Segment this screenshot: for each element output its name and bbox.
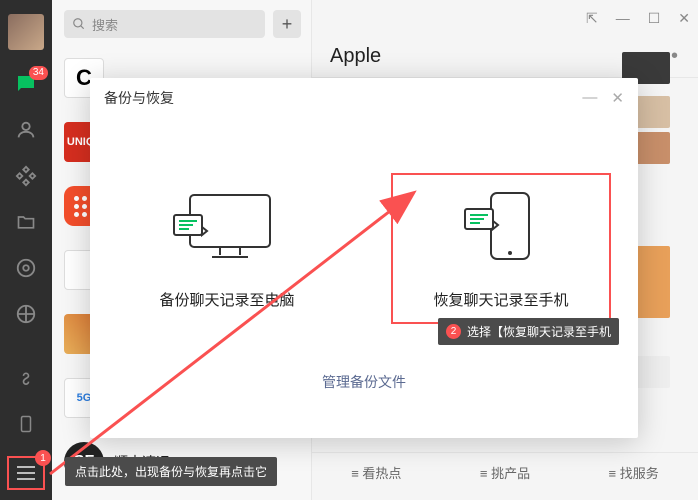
backup-restore-dialog: 备份与恢复 — ✕ 备份聊天记录至电脑 恢复聊天记录至: [90, 78, 638, 438]
files-icon[interactable]: [14, 210, 38, 234]
search-placeholder: 搜索: [92, 15, 118, 34]
window-controls: ⇱ — ☐ ✕: [312, 0, 698, 36]
dialog-title: 备份与恢复: [104, 88, 174, 108]
restore-to-phone-option[interactable]: 恢复聊天记录至手机: [391, 173, 611, 324]
dialog-minimize-icon[interactable]: —: [582, 89, 597, 107]
moments-icon[interactable]: [14, 256, 38, 280]
phone-restore-icon: [461, 187, 541, 267]
step-1-tooltip: 点击此处，出现备份与恢复再点击它: [65, 457, 277, 486]
manage-backups-link[interactable]: 管理备份文件: [322, 374, 406, 390]
app-sidebar: 34 1: [0, 0, 52, 500]
restore-label: 恢复聊天记录至手机: [433, 289, 568, 310]
article-tabs: ≡ 看热点 ≡ 挑产品 ≡ 找服务: [312, 452, 698, 492]
search-input[interactable]: 搜索: [64, 10, 265, 38]
maximize-icon[interactable]: ☐: [648, 10, 661, 27]
backup-label: 备份聊天记录至电脑: [159, 289, 294, 310]
unread-badge: 34: [29, 66, 48, 80]
step-1-badge: 1: [35, 450, 51, 466]
user-avatar[interactable]: [8, 14, 44, 50]
contacts-icon[interactable]: [14, 118, 38, 142]
monitor-icon: [172, 187, 282, 267]
step-2-tooltip: 2 选择【恢复聊天记录至手机: [438, 318, 619, 345]
backup-to-pc-option[interactable]: 备份聊天记录至电脑: [117, 187, 337, 310]
collect-icon[interactable]: [14, 164, 38, 188]
step-2-badge: 2: [446, 324, 461, 339]
dialog-close-icon[interactable]: ✕: [611, 89, 624, 107]
chats-icon[interactable]: 34: [14, 72, 38, 96]
menu-button[interactable]: 1: [7, 456, 45, 490]
tab-hot[interactable]: ≡ 看热点: [351, 463, 401, 482]
tab-services[interactable]: ≡ 找服务: [609, 463, 659, 482]
chat-title: Apple: [330, 45, 381, 68]
phone-icon[interactable]: [14, 412, 38, 436]
discover-icon[interactable]: [14, 302, 38, 326]
pin-icon[interactable]: ⇱: [586, 10, 598, 27]
close-icon[interactable]: ✕: [678, 10, 690, 27]
miniprogram-icon[interactable]: [14, 368, 38, 392]
add-button[interactable]: +: [273, 10, 301, 38]
tab-products[interactable]: ≡ 挑产品: [480, 463, 530, 482]
minimize-icon[interactable]: —: [616, 10, 630, 26]
